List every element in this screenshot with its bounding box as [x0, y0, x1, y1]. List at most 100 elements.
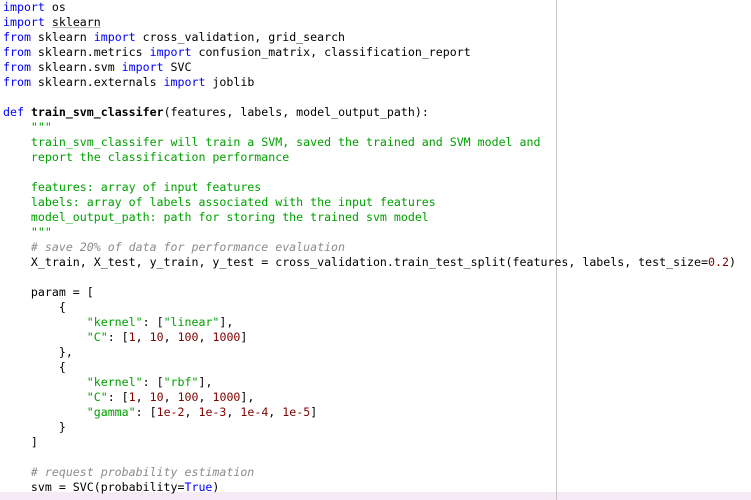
code-line[interactable]: import sklearn	[3, 15, 736, 30]
code-token: ,	[198, 390, 213, 404]
code-token: ]	[310, 405, 318, 419]
code-line[interactable]: import os	[3, 0, 736, 15]
string-token: "C"	[86, 330, 108, 344]
code-token: : [	[142, 315, 164, 329]
code-line[interactable]: """	[3, 225, 736, 240]
code-line[interactable]: svm = SVC(probability=True)	[3, 480, 736, 495]
module-name-token: sklearn	[51, 15, 101, 29]
code-line[interactable]: "C": [1, 10, 100, 1000],	[3, 390, 736, 405]
code-line[interactable]: {	[3, 360, 736, 375]
code-token: sklearn.svm	[30, 60, 122, 74]
code-line[interactable]: def train_svm_classifer(features, labels…	[3, 105, 736, 120]
docstring-token: train_svm_classifer will train a SVM, sa…	[3, 135, 541, 149]
code-token: sklearn	[30, 30, 94, 44]
code-token: {	[3, 360, 66, 374]
code-line[interactable]: X_train, X_test, y_train, y_test = cross…	[3, 255, 736, 270]
function-name-token: train_svm_classifer	[30, 105, 164, 119]
code-line[interactable]: train_svm_classifer will train a SVM, sa…	[3, 135, 736, 150]
code-line[interactable]: ]	[3, 435, 736, 450]
number-token: 1e-3	[198, 405, 227, 419]
number-token: 1e-4	[240, 405, 269, 419]
code-line[interactable]: from sklearn.externals import joblib	[3, 75, 736, 90]
keyword-token: def	[3, 105, 24, 119]
keyword-token: import	[93, 30, 136, 44]
code-token: (features, labels, model_output_path):	[163, 105, 429, 119]
docstring-token: features: array of input features	[3, 180, 262, 194]
code-token: ],	[240, 390, 255, 404]
code-token: {	[3, 300, 66, 314]
code-token: sklearn.externals	[30, 75, 164, 89]
code-line[interactable]: """	[3, 120, 736, 135]
docstring-token: report the classification performance	[3, 150, 290, 164]
code-line[interactable]: from sklearn.svm import SVC	[3, 60, 736, 75]
code-token: }	[3, 420, 66, 434]
code-token: )	[212, 480, 220, 494]
number-token: 1e-5	[282, 405, 311, 419]
code-token: : [	[135, 405, 157, 419]
code-token: )	[728, 255, 736, 269]
code-line[interactable]: report the classification performance	[3, 150, 736, 165]
code-line[interactable]: model_output_path: path for storing the …	[3, 210, 736, 225]
keyword-token: from	[3, 30, 31, 44]
code-token: ,	[226, 405, 241, 419]
keyword-token: import	[149, 45, 192, 59]
code-token: : [	[142, 375, 164, 389]
code-line[interactable]: from sklearn.metrics import confusion_ma…	[3, 45, 736, 60]
code-token: ,	[268, 405, 283, 419]
number-token: 1	[128, 330, 136, 344]
docstring-token: labels: array of labels associated with …	[3, 195, 436, 209]
code-token: ,	[135, 330, 150, 344]
code-line[interactable]: labels: array of labels associated with …	[3, 195, 736, 210]
code-line[interactable]: "gamma": [1e-2, 1e-3, 1e-4, 1e-5]	[3, 405, 736, 420]
string-token: "gamma"	[86, 405, 136, 419]
string-token: "rbf"	[163, 375, 199, 389]
code-token: : [	[107, 390, 129, 404]
docstring-token: model_output_path: path for storing the …	[3, 210, 429, 224]
code-token: ,	[198, 330, 213, 344]
code-line[interactable]: },	[3, 345, 736, 360]
code-token: joblib	[205, 75, 255, 89]
comment-token: # request probability estimation	[3, 465, 255, 479]
keyword-token: True	[184, 480, 213, 494]
code-line[interactable]: features: array of input features	[3, 180, 736, 195]
code-editor[interactable]: import os import sklearn from sklearn impo…	[0, 0, 751, 500]
code-token: os	[44, 0, 66, 14]
code-area[interactable]: import os import sklearn from sklearn impo…	[3, 0, 736, 495]
docstring-token: """	[3, 120, 52, 134]
keyword-token: import	[163, 75, 206, 89]
string-token: "linear"	[163, 315, 220, 329]
code-token: ,	[135, 390, 150, 404]
number-token: 100	[177, 330, 199, 344]
code-line[interactable]: param = [	[3, 285, 736, 300]
code-token: ,	[184, 405, 199, 419]
code-line[interactable]: "C": [1, 10, 100, 1000]	[3, 330, 736, 345]
code-line[interactable]	[3, 270, 736, 285]
keyword-token: import	[3, 0, 45, 14]
code-line[interactable]: from sklearn import cross_validation, gr…	[3, 30, 736, 45]
keyword-token: import	[121, 60, 164, 74]
code-line[interactable]: {	[3, 300, 736, 315]
code-token: ,	[163, 390, 178, 404]
code-line[interactable]	[3, 165, 736, 180]
code-line[interactable]: # save 20% of data for performance evalu…	[3, 240, 736, 255]
code-line[interactable]: # request probability estimation	[3, 465, 736, 480]
docstring-token: """	[3, 225, 52, 239]
code-token: svm = SVC(probability=	[3, 480, 185, 494]
code-line[interactable]: "kernel": ["linear"],	[3, 315, 736, 330]
code-token: ,	[163, 330, 178, 344]
code-line[interactable]: "kernel": ["rbf"],	[3, 375, 736, 390]
code-token: SVC	[163, 60, 192, 74]
number-token: 100	[177, 390, 199, 404]
string-token: "C"	[86, 390, 108, 404]
code-line[interactable]	[3, 450, 736, 465]
code-token: ]	[3, 435, 38, 449]
keyword-token: from	[3, 45, 31, 59]
code-line[interactable]: }	[3, 420, 736, 435]
code-line[interactable]	[3, 90, 736, 105]
code-token: },	[3, 345, 73, 359]
comment-token: # save 20% of data for performance evalu…	[3, 240, 346, 254]
